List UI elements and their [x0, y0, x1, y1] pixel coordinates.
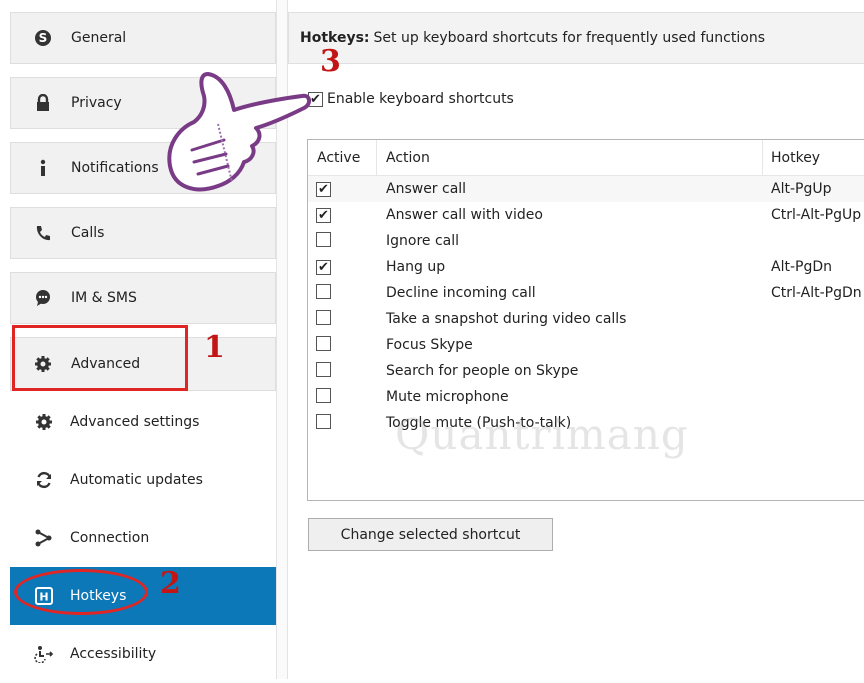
column-header-active[interactable]: Active — [308, 150, 376, 166]
table-row[interactable]: ✔ Answer call with video Ctrl-Alt-PgUp — [308, 202, 864, 228]
gear-icon — [34, 412, 54, 432]
row-action: Mute microphone — [386, 389, 509, 405]
row-action: Hang up — [386, 259, 446, 275]
active-checkbox[interactable] — [316, 231, 331, 247]
table-row[interactable]: Decline incoming call Ctrl-Alt-PgDn — [308, 280, 864, 306]
table-row[interactable]: Search for people on Skype — [308, 358, 864, 384]
table-row[interactable]: ✔ Answer call Alt-PgUp — [308, 176, 864, 202]
row-active-cell — [308, 387, 376, 407]
row-action: Take a snapshot during video calls — [386, 311, 627, 327]
sidebar-item-label: Advanced settings — [70, 414, 200, 430]
row-active-cell — [308, 283, 376, 303]
row-action: Search for people on Skype — [386, 363, 579, 379]
enable-shortcuts-row[interactable]: ✔ Enable keyboard shortcuts — [308, 91, 514, 107]
sidebar-subitem-accessibility[interactable]: Accessibility — [10, 625, 276, 683]
annotation-step-3: 3 — [320, 44, 341, 79]
header-description: Set up keyboard shortcuts for frequently… — [373, 30, 765, 46]
sidebar-item-label: Privacy — [71, 95, 122, 111]
refresh-icon — [34, 470, 54, 490]
annotation-step-2: 2 — [160, 566, 181, 601]
sidebar-item-label: IM & SMS — [71, 290, 137, 306]
active-checkbox[interactable] — [316, 309, 331, 325]
watermark: Quantrimang — [395, 410, 689, 459]
sidebar-subitem-automatic-updates[interactable]: Automatic updates — [10, 451, 276, 509]
row-action: Answer call — [386, 181, 467, 197]
row-action: Ignore call — [386, 233, 460, 249]
hotkeys-panel: Hotkeys: Set up keyboard shortcuts for f… — [288, 12, 864, 679]
row-hotkey: Alt-PgUp — [771, 181, 832, 197]
annotation-step-1: 1 — [204, 330, 225, 365]
svg-text:S: S — [39, 31, 48, 45]
active-checkbox[interactable] — [316, 387, 331, 403]
active-checkbox[interactable] — [316, 413, 331, 429]
sidebar-item-label: Calls — [71, 225, 105, 241]
active-checkbox[interactable] — [316, 361, 331, 377]
sidebar-item-im-sms[interactable]: IM & SMS — [10, 272, 276, 324]
skype-icon: S — [33, 28, 53, 48]
row-active-cell — [308, 231, 376, 251]
connection-icon — [34, 528, 54, 548]
annotation-highlight-hotkeys — [14, 569, 148, 615]
accessibility-icon — [34, 644, 54, 664]
row-action: Decline incoming call — [386, 285, 536, 301]
table-row[interactable]: Ignore call — [308, 228, 864, 254]
info-icon — [33, 158, 53, 178]
sidebar-item-label: Notifications — [71, 160, 159, 176]
row-active-cell: ✔ — [308, 259, 376, 275]
active-checkbox[interactable]: ✔ — [316, 182, 331, 197]
row-hotkey: Ctrl-Alt-PgDn — [771, 285, 862, 301]
chat-icon — [33, 288, 53, 308]
enable-shortcuts-label: Enable keyboard shortcuts — [327, 91, 514, 107]
table-body: ✔ Answer call Alt-PgUp ✔ Answer call with vi… — [308, 176, 864, 436]
table-row[interactable]: ✔ Hang up Alt-PgDn — [308, 254, 864, 280]
sidebar-subitem-advanced-settings[interactable]: Advanced settings — [10, 393, 276, 451]
active-checkbox[interactable] — [316, 283, 331, 299]
change-shortcut-button[interactable]: Change selected shortcut — [308, 518, 553, 551]
row-active-cell: ✔ — [308, 181, 376, 197]
sidebar-item-label: Connection — [70, 530, 150, 546]
row-active-cell — [308, 361, 376, 381]
row-hotkey: Alt-PgDn — [771, 259, 832, 275]
row-hotkey: Ctrl-Alt-PgUp — [771, 207, 862, 223]
column-header-hotkey[interactable]: Hotkey — [762, 139, 864, 176]
active-checkbox[interactable]: ✔ — [316, 208, 331, 223]
lock-icon — [33, 93, 53, 113]
sidebar-item-label: Automatic updates — [70, 472, 203, 488]
panel-header: Hotkeys: Set up keyboard shortcuts for f… — [288, 12, 864, 64]
active-checkbox[interactable]: ✔ — [316, 260, 331, 275]
annotation-highlight-advanced — [12, 325, 188, 391]
column-header-action[interactable]: Action — [376, 139, 762, 176]
row-active-cell: ✔ — [308, 207, 376, 223]
sidebar-item-general[interactable]: S General — [10, 12, 276, 64]
sidebar-item-label: Accessibility — [70, 646, 157, 662]
row-action: Answer call with video — [386, 207, 543, 223]
sidebar-subitem-connection[interactable]: Connection — [10, 509, 276, 567]
pointing-hand-icon — [167, 72, 311, 192]
table-row[interactable]: Take a snapshot during video calls — [308, 306, 864, 332]
row-active-cell — [308, 309, 376, 329]
table-header: Active Action Hotkey — [308, 139, 864, 176]
table-row[interactable]: Mute microphone — [308, 384, 864, 410]
table-row[interactable]: Focus Skype — [308, 332, 864, 358]
active-checkbox[interactable] — [316, 335, 331, 351]
row-action: Focus Skype — [386, 337, 473, 353]
sidebar-item-label: General — [71, 30, 127, 46]
row-active-cell — [308, 335, 376, 355]
row-active-cell — [308, 413, 376, 433]
phone-icon — [33, 223, 53, 243]
sidebar-item-calls[interactable]: Calls — [10, 207, 276, 259]
